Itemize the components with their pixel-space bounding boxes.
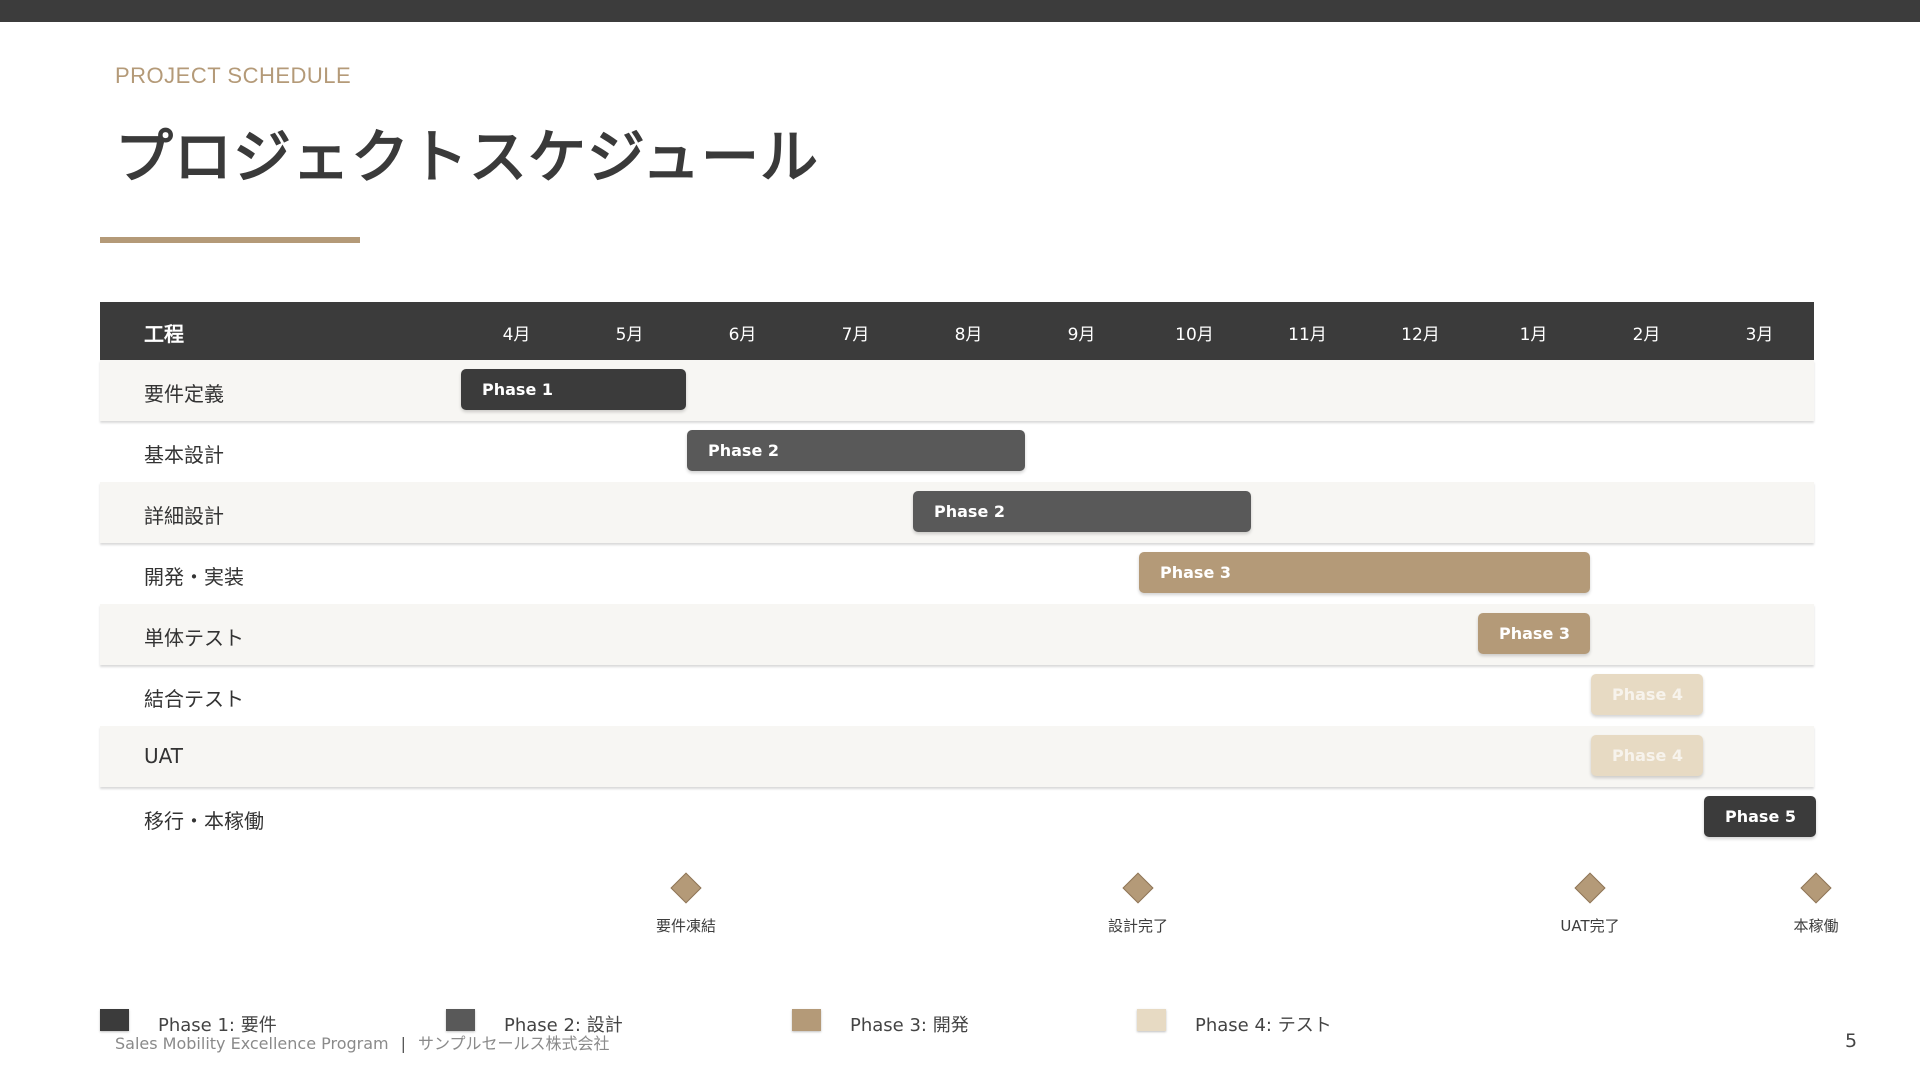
task-row: 単体テスト Phase 3 xyxy=(100,604,1814,665)
phase-bar-label: Phase 1 xyxy=(482,380,553,399)
page-number: 5 xyxy=(1845,1030,1858,1052)
phase-bar-label: Phase 3 xyxy=(1160,563,1231,582)
month-header: 4月 xyxy=(502,325,531,345)
gantt-body: 要件定義 Phase 1 基本設計 Phase 2 詳細設計 Phase 2 開発・実装 Ph… xyxy=(100,360,1816,848)
milestone-diamond-icon xyxy=(1574,872,1606,904)
month-header: 11月 xyxy=(1288,325,1327,345)
task-label: 要件定義 xyxy=(144,382,224,406)
footer: Sales Mobility Excellence Program | サンプルセー… xyxy=(115,1030,610,1054)
gantt-header: 工程 4月 5月 6月 7月 8月 9月 10月 11月 12月 1月 2月 3月 xyxy=(100,302,1814,360)
task-label: 結合テスト xyxy=(144,687,244,711)
milestone-label: 本稼働 xyxy=(1793,917,1839,935)
page-title: プロジェクトスケジュール xyxy=(115,123,819,191)
task-row: 要件定義 Phase 1 xyxy=(100,360,1814,421)
phase-bar[interactable]: Phase 3 xyxy=(1478,613,1590,654)
task-label: 詳細設計 xyxy=(144,504,224,528)
task-row: 移行・本稼働 Phase 5 xyxy=(100,787,1816,848)
milestone-diamond-icon xyxy=(1122,872,1154,904)
milestone-track: 要件凍結 設計完了 UAT完了 本稼働 xyxy=(100,870,1839,950)
task-label: 開発・実装 xyxy=(144,565,244,589)
phase-bar[interactable]: Phase 3 xyxy=(1139,552,1590,593)
milestone-diamond-icon xyxy=(670,872,702,904)
phase-bar-label: Phase 2 xyxy=(934,502,1005,521)
month-header: 1月 xyxy=(1519,325,1548,345)
month-header: 8月 xyxy=(954,325,983,345)
gantt-chart: 工程 4月 5月 6月 7月 8月 9月 10月 11月 12月 1月 2月 3月 要件定義 Phase… xyxy=(100,302,1816,848)
legend-swatch xyxy=(1137,1009,1166,1031)
top-bar xyxy=(0,0,1920,22)
section-eyebrow: PROJECT SCHEDULE xyxy=(115,63,352,88)
month-header: 5月 xyxy=(615,325,644,345)
gantt-column-label: 工程 xyxy=(144,322,184,346)
task-row: 開発・実装 Phase 3 xyxy=(100,543,1814,604)
month-header: 10月 xyxy=(1175,325,1214,345)
milestone-label: UAT完了 xyxy=(1560,917,1620,935)
phase-bar-label: Phase 3 xyxy=(1499,624,1570,643)
phase-bar-label: Phase 2 xyxy=(708,441,779,460)
phase-bar[interactable]: Phase 1 xyxy=(461,369,686,410)
legend-swatch xyxy=(446,1009,475,1031)
month-header: 6月 xyxy=(728,325,757,345)
phase-bar[interactable]: Phase 5 xyxy=(1704,796,1816,837)
footer-company: サンプルセールス株式会社 xyxy=(418,1034,610,1053)
milestone: 設計完了 xyxy=(1078,870,1198,936)
milestone: UAT完了 xyxy=(1530,870,1650,936)
phase-bar-label: Phase 5 xyxy=(1725,807,1796,826)
legend-swatch xyxy=(100,1009,129,1031)
phase-bar-label: Phase 4 xyxy=(1612,685,1683,704)
task-label: 移行・本稼働 xyxy=(144,809,264,833)
milestone: 要件凍結 xyxy=(626,870,746,936)
task-row: 結合テスト Phase 4 xyxy=(100,665,1814,726)
task-label: 基本設計 xyxy=(144,443,224,467)
phase-bar[interactable]: Phase 2 xyxy=(913,491,1251,532)
milestone-diamond-icon xyxy=(1800,872,1832,904)
milestone: 本稼働 xyxy=(1756,870,1876,936)
phase-bar-label: Phase 4 xyxy=(1612,746,1683,765)
task-label: UAT xyxy=(144,744,183,768)
title-underline xyxy=(100,237,360,243)
phase-bar[interactable]: Phase 4 xyxy=(1591,674,1703,715)
legend-label: Phase 4: テスト xyxy=(1195,1015,1332,1036)
task-row: 詳細設計 Phase 2 xyxy=(100,482,1814,543)
month-header: 3月 xyxy=(1745,325,1774,345)
phase-bar[interactable]: Phase 2 xyxy=(687,430,1025,471)
milestone-label: 要件凍結 xyxy=(655,917,716,935)
phase-bar[interactable]: Phase 4 xyxy=(1591,735,1703,776)
month-header: 2月 xyxy=(1632,325,1661,345)
milestone-label: 設計完了 xyxy=(1107,917,1168,935)
month-header: 7月 xyxy=(841,325,870,345)
month-header: 9月 xyxy=(1067,325,1096,345)
legend-swatch xyxy=(792,1009,821,1031)
footer-separator: | xyxy=(400,1034,407,1053)
task-row: 基本設計 Phase 2 xyxy=(100,421,1814,482)
footer-program: Sales Mobility Excellence Program xyxy=(115,1034,389,1053)
month-header: 12月 xyxy=(1401,325,1440,345)
task-row: UAT Phase 4 xyxy=(100,726,1814,787)
task-label: 単体テスト xyxy=(144,626,244,650)
legend-label: Phase 3: 開発 xyxy=(850,1015,969,1036)
